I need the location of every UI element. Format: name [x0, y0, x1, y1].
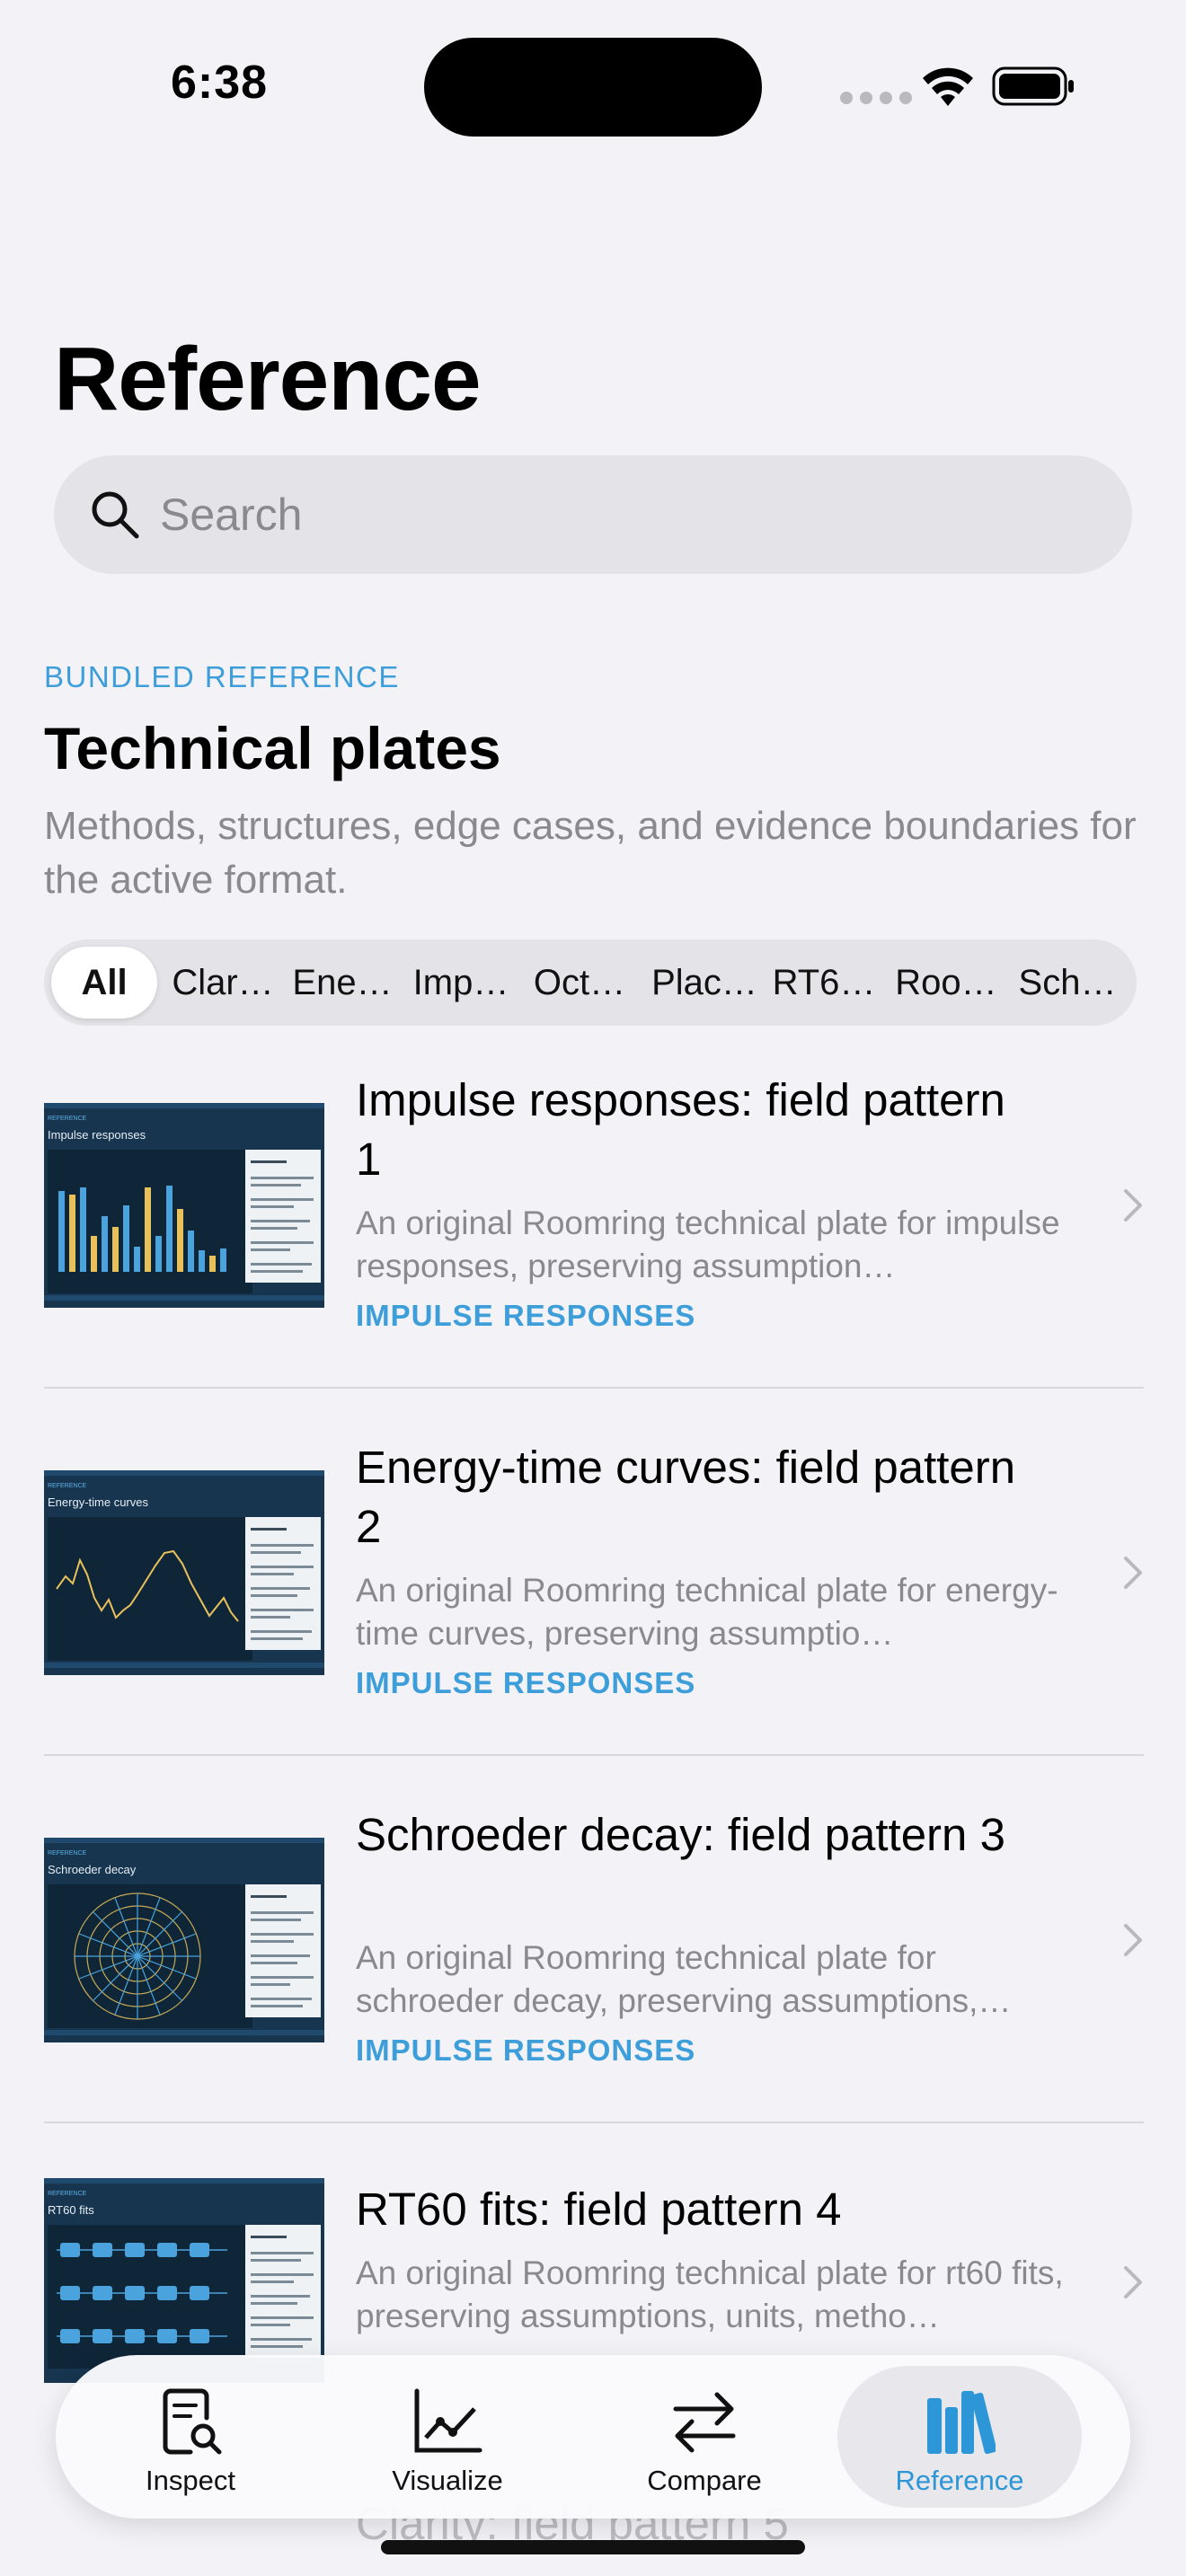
filter-chip[interactable]: Clar…: [168, 940, 278, 1026]
books-icon: [927, 2391, 996, 2455]
list-item[interactable]: REFERENCE Impulse responses Impulse resp…: [44, 1051, 1144, 1417]
tab-reference[interactable]: Reference: [837, 2366, 1082, 2508]
nodes-thumbnail-graphic: [57, 2243, 227, 2343]
thumbnail-title: Impulse responses: [48, 1128, 146, 1142]
doc-magnify-icon: [163, 2388, 222, 2455]
thumbnail-title: Schroeder decay: [48, 1863, 137, 1876]
tab-label: Inspect: [146, 2465, 235, 2496]
section-eyebrow: BUNDLED REFERENCE: [44, 660, 400, 693]
chevron-right-icon: [1124, 1557, 1142, 1589]
item-category-tag: IMPULSE RESPONSES: [356, 1299, 696, 1332]
search-bar[interactable]: [54, 455, 1132, 574]
tab-inspect[interactable]: Inspect: [68, 2366, 313, 2508]
chevron-right-icon: [1124, 1189, 1142, 1222]
tab-compare[interactable]: Compare: [582, 2366, 827, 2508]
filter-chip[interactable]: Ene…: [290, 940, 394, 1026]
divider: [44, 2122, 1144, 2123]
item-title: Schroeder decay: field pattern 3: [356, 1809, 1005, 1860]
status-time: 6:38: [171, 57, 269, 109]
thumbnail-title: RT60 fits: [48, 2203, 94, 2217]
thumbnail-title: Energy-time curves: [48, 1495, 148, 1509]
filter-chip-all[interactable]: All: [51, 947, 157, 1019]
plate-thumbnail: REFERENCE Impulse responses: [44, 1103, 324, 1308]
item-description: An original Roomring technical plate for…: [356, 1572, 1058, 1652]
item-title: RT60 fits: field pattern 4: [356, 2183, 842, 2235]
list-item[interactable]: REFERENCE Schroeder decay Schroeder deca…: [44, 1786, 1144, 2152]
item-title: Energy-time curves: field pattern 2: [356, 1442, 1016, 1552]
chart-line-icon: [414, 2388, 482, 2453]
filter-chip[interactable]: Imp…: [409, 940, 513, 1026]
filter-chip[interactable]: Plac…: [648, 940, 761, 1026]
item-description: An original Roomring technical plate for…: [356, 1204, 1060, 1284]
filter-chip[interactable]: Sch…: [1014, 940, 1120, 1026]
search-input[interactable]: [160, 482, 1094, 547]
chevron-right-icon: [1124, 1924, 1142, 1956]
bar-thumbnail-graphic: [58, 1186, 226, 1272]
filter-chip[interactable]: Roo…: [892, 940, 1000, 1026]
item-category-tag: IMPULSE RESPONSES: [356, 2033, 696, 2067]
category-filter: All Clar… Ene… Imp… Oct… Plac… RT6… Roo……: [44, 940, 1137, 1026]
item-description: An original Roomring technical plate for…: [356, 1939, 1012, 2019]
status-bar: 6:38: [0, 0, 1186, 171]
arrows-swap-icon: [673, 2392, 736, 2453]
line-thumbnail-graphic: [56, 1549, 239, 1622]
plate-thumbnail: REFERENCE RT60 fits: [44, 2178, 324, 2383]
section-description: Methods, structures, edge cases, and evi…: [44, 804, 1137, 902]
tab-label: Compare: [647, 2465, 762, 2496]
tab-label: Reference: [895, 2465, 1024, 2496]
section-title: Technical plates: [44, 715, 501, 781]
item-category-tag: IMPULSE RESPONSES: [356, 1666, 696, 1699]
search-icon: [92, 491, 139, 539]
plate-thumbnail: REFERENCE Schroeder decay: [44, 1838, 324, 2042]
item-title: Impulse responses: field pattern 1: [356, 1074, 1005, 1185]
plate-thumbnail: REFERENCE Energy-time curves: [44, 1470, 324, 1675]
filter-chip[interactable]: Oct…: [527, 940, 632, 1026]
dynamic-island: [424, 38, 762, 137]
tab-visualize[interactable]: Visualize: [325, 2366, 570, 2508]
list-item[interactable]: REFERENCE Energy-time curves Energy-time…: [44, 1418, 1144, 1785]
tab-bar: Inspect Visualize Compare Reference: [56, 2355, 1130, 2519]
chevron-right-icon: [1124, 2266, 1142, 2298]
home-indicator: [381, 2540, 805, 2554]
cellular-signal-icon: [840, 92, 912, 104]
filter-chip[interactable]: RT6…: [772, 940, 876, 1026]
polar-thumbnail-graphic: [74, 1892, 201, 2020]
wifi-icon: [923, 67, 973, 106]
battery-icon: [992, 66, 1074, 106]
divider: [44, 1387, 1144, 1389]
item-description: An original Roomring technical plate for…: [356, 2254, 1064, 2334]
tab-label: Visualize: [392, 2465, 503, 2496]
page-title: Reference: [54, 329, 482, 429]
divider: [44, 1754, 1144, 1756]
